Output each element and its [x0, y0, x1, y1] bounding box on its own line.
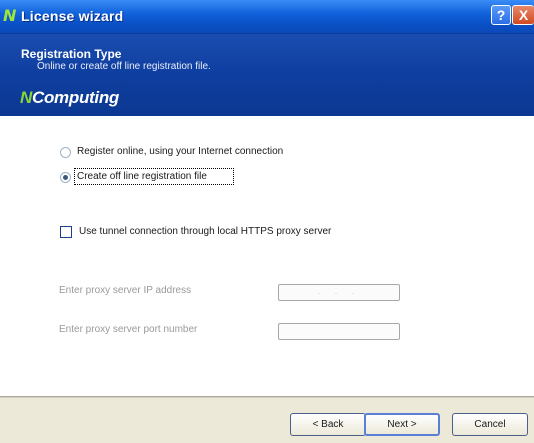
- page-title: Registration Type: [21, 47, 122, 61]
- title-bar[interactable]: N License wizard ? X: [0, 0, 534, 34]
- tunnel-connection-checkbox[interactable]: [60, 226, 72, 238]
- window-title: License wizard: [21, 8, 124, 24]
- proxy-port-label: Enter proxy server port number: [59, 324, 198, 335]
- ncomputing-logo: NComputing: [20, 88, 119, 108]
- logo-text: Computing: [31, 88, 119, 107]
- tunnel-connection-label[interactable]: Use tunnel connection through local HTTP…: [79, 226, 331, 237]
- logo-n: N: [20, 88, 32, 107]
- ncomputing-n-icon: N: [3, 6, 17, 25]
- cancel-button[interactable]: Cancel: [452, 413, 528, 436]
- create-offline-radio[interactable]: [60, 172, 71, 183]
- close-button[interactable]: X: [512, 5, 534, 25]
- wizard-body: [0, 116, 534, 396]
- button-divider: [0, 396, 534, 398]
- create-offline-label[interactable]: Create off line registration file: [77, 171, 207, 182]
- proxy-ip-field[interactable]: . . .: [278, 284, 400, 301]
- proxy-ip-label: Enter proxy server IP address: [59, 285, 192, 296]
- register-online-label[interactable]: Register online, using your Internet con…: [77, 146, 283, 157]
- register-online-radio[interactable]: [60, 147, 71, 158]
- page-subtitle: Online or create off line registration f…: [37, 61, 211, 72]
- proxy-port-field[interactable]: [278, 323, 400, 340]
- help-button[interactable]: ?: [491, 5, 511, 25]
- license-wizard-window: N License wizard ? X Registration Type O…: [0, 0, 534, 443]
- proxy-ip-value: . . .: [317, 286, 361, 296]
- back-button[interactable]: < Back: [290, 413, 366, 436]
- next-button[interactable]: Next >: [364, 413, 440, 436]
